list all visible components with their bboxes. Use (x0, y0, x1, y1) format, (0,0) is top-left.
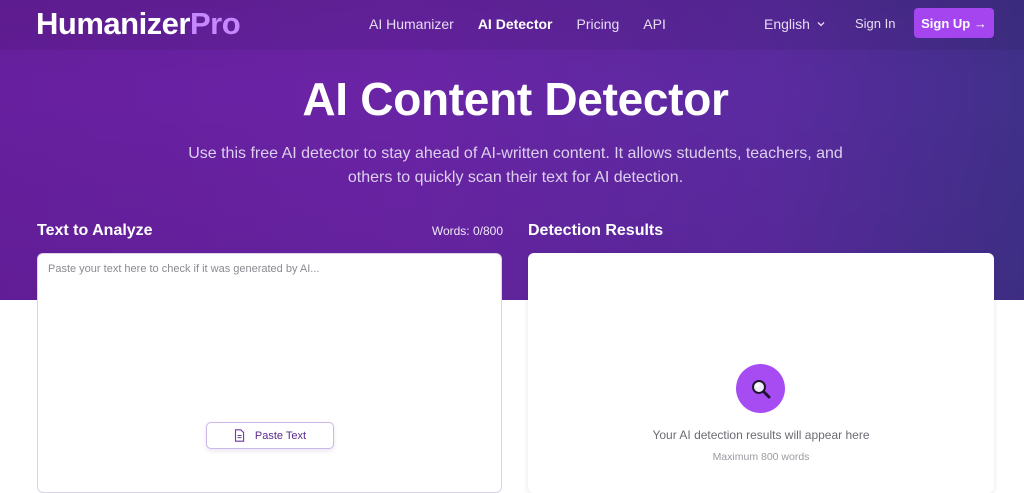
nav-link-ai-detector[interactable]: AI Detector (478, 15, 553, 33)
signin-link[interactable]: Sign In (855, 15, 895, 33)
page-title: AI Content Detector (302, 73, 729, 125)
text-input[interactable] (38, 254, 501, 414)
paste-text-button[interactable]: Paste Text (206, 422, 334, 449)
language-label: English (764, 16, 810, 32)
nav-link-pricing[interactable]: Pricing (577, 15, 620, 33)
language-selector[interactable]: English (764, 15, 826, 33)
results-heading: Detection Results (528, 222, 664, 239)
results-empty-message: Your AI detection results will appear he… (652, 428, 870, 442)
paste-text-label: Paste Text (254, 429, 307, 442)
search-badge (736, 364, 785, 413)
results-panel: Your AI detection results will appear he… (528, 253, 994, 493)
word-counter: Words: 0/800 (431, 224, 503, 238)
nav-link-api[interactable]: API (643, 15, 666, 33)
brand-logo[interactable]: HumanizerPro (36, 6, 241, 42)
brand-accent: Pro (189, 6, 241, 41)
nav-link-ai-humanizer[interactable]: AI Humanizer (369, 15, 454, 33)
signup-button[interactable]: Sign Up → (914, 8, 994, 38)
chevron-down-icon (817, 22, 825, 27)
results-limit-note: Maximum 800 words (712, 451, 810, 463)
magnifier-icon (751, 379, 770, 398)
analyze-heading: Text to Analyze (37, 222, 153, 239)
text-input-panel: Paste Text (37, 253, 502, 493)
nav-links: AI Humanizer AI Detector Pricing API (369, 15, 690, 33)
document-icon (234, 429, 245, 442)
brand-name: Humanizer (36, 6, 190, 41)
page-subtitle: Use this free AI detector to stay ahead … (188, 145, 843, 186)
